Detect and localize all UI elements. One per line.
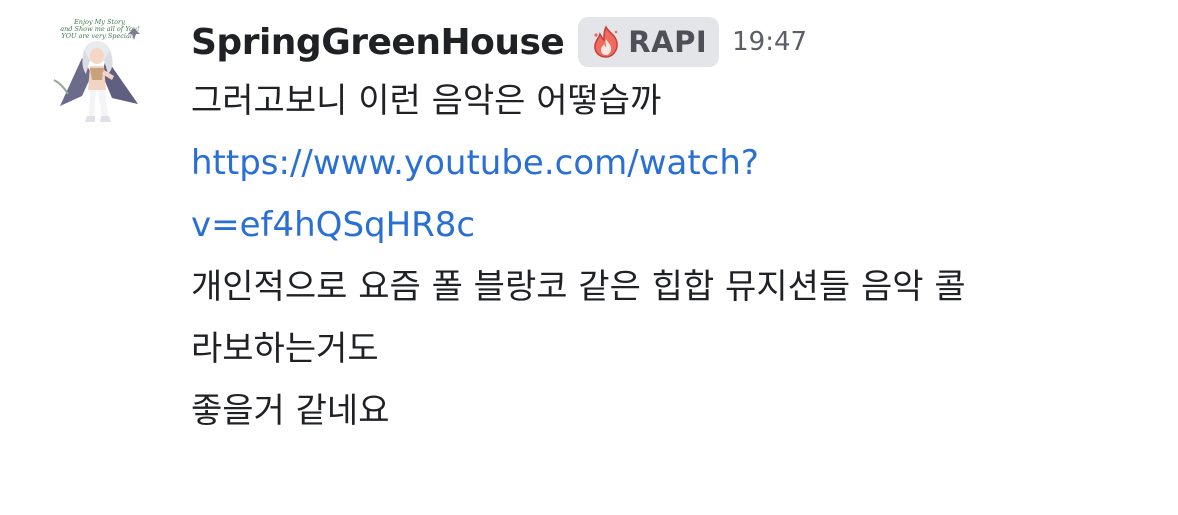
message-line-2b: 라보하는거도: [191, 329, 379, 369]
avatar-image: Enjoy My Story, and Show me all of You! …: [53, 18, 140, 122]
link-line-1: https://www.youtube.com/watch?: [191, 143, 759, 183]
message-line-3: 좋을거 같네요: [191, 391, 390, 431]
timestamp[interactable]: 19:47: [732, 27, 807, 57]
flame-icon: [594, 25, 619, 58]
message-line-2a: 개인적으로 요즘 폴 블랑코 같은 힙합 뮤지션들 음악 콜: [191, 267, 966, 307]
avatar-caption-3: YOU are very Special!: [61, 32, 135, 40]
youtube-link[interactable]: https://www.youtube.com/watch? v=ef4hQSq…: [191, 132, 1151, 256]
message-line-1: 그러고보니 이런 음악은 어떻습까: [191, 81, 662, 121]
message-header: SpringGreenHouse RAPI 19:47: [191, 14, 1151, 70]
avatar[interactable]: Enjoy My Story, and Show me all of You! …: [42, 14, 152, 132]
username[interactable]: SpringGreenHouse: [191, 22, 565, 63]
message-content: SpringGreenHouse RAPI 19:47 그러고보니 이런 음악은…: [191, 14, 1151, 442]
server-tag[interactable]: RAPI: [578, 17, 720, 67]
link-line-2: v=ef4hQSqHR8c: [191, 205, 476, 245]
chat-message: Enjoy My Story, and Show me all of You! …: [0, 0, 1178, 515]
server-tag-label: RAPI: [628, 25, 708, 59]
